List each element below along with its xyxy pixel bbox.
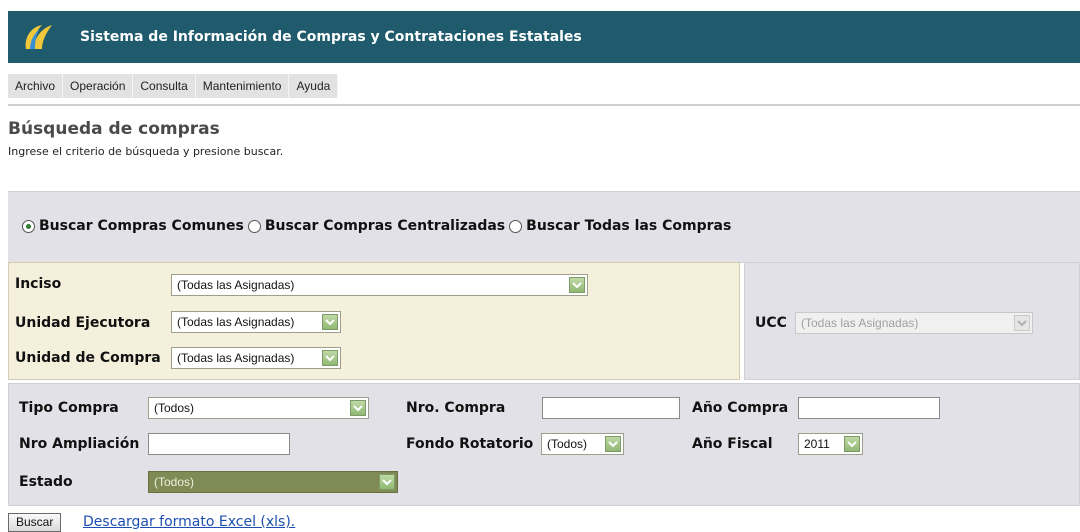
chevron-down-icon [322, 314, 338, 330]
tipo-compra-select[interactable]: (Todos) [148, 397, 369, 419]
app-header: Sistema de Información de Compras y Cont… [8, 11, 1080, 63]
filter-panel: Tipo Compra (Todos) Nro. Compra Año Comp… [8, 383, 1080, 506]
radio-compras-centralizadas[interactable]: Buscar Compras Centralizadas [247, 218, 506, 234]
unidad-compra-select[interactable]: (Todas las Asignadas) [171, 347, 341, 369]
unidad-ejecutora-value: (Todas las Asignadas) [177, 315, 295, 329]
page-subtitle: Ingrese el criterio de búsqueda y presio… [8, 145, 284, 158]
fondo-rotatorio-label: Fondo Rotatorio [406, 436, 534, 452]
chevron-down-icon [1014, 315, 1030, 331]
chevron-down-icon [844, 436, 860, 452]
inciso-label: Inciso [15, 276, 62, 292]
unidad-compra-label: Unidad de Compra [15, 350, 161, 366]
radio-unchecked-icon[interactable] [509, 219, 523, 233]
tipo-compra-value: (Todos) [154, 401, 195, 415]
anio-fiscal-select[interactable]: 2011 [798, 433, 863, 455]
inciso-value: (Todas las Asignadas) [177, 278, 295, 292]
app-logo-icon [20, 22, 60, 52]
fondo-rotatorio-select[interactable]: (Todos) [541, 433, 624, 455]
estado-label: Estado [19, 474, 73, 490]
unidad-compra-value: (Todas las Asignadas) [177, 351, 295, 365]
excel-download-link[interactable]: Descargar formato Excel (xls). [83, 514, 295, 530]
inciso-select[interactable]: (Todas las Asignadas) [171, 274, 588, 296]
nro-compra-label: Nro. Compra [406, 400, 506, 416]
page-title: Búsqueda de compras [8, 119, 220, 139]
menu-mantenimiento[interactable]: Mantenimiento [196, 74, 290, 98]
tipo-compra-label: Tipo Compra [19, 400, 119, 416]
org-panel: Inciso (Todas las Asignadas) Unidad Ejec… [8, 262, 740, 380]
app-title: Sistema de Información de Compras y Cont… [80, 29, 582, 45]
radio-unchecked-icon[interactable] [247, 219, 261, 233]
radio-checked-icon[interactable] [22, 219, 35, 233]
menu-divider [8, 104, 1080, 106]
chevron-down-icon [569, 277, 585, 293]
menu-consulta[interactable]: Consulta [133, 74, 196, 98]
ucc-label: UCC [755, 315, 787, 331]
search-type-panel: Buscar Compras Comunes Buscar Compras Ce… [8, 191, 1080, 263]
nro-ampliacion-label: Nro Ampliación [19, 436, 140, 452]
nro-ampliacion-input[interactable] [148, 433, 290, 455]
radio-todas-compras[interactable]: Buscar Todas las Compras [509, 218, 731, 234]
nro-compra-input[interactable] [542, 397, 680, 419]
unidad-ejecutora-label: Unidad Ejecutora [15, 315, 151, 331]
ucc-select[interactable]: (Todas las Asignadas) [795, 312, 1033, 334]
anio-compra-label: Año Compra [692, 400, 789, 416]
ucc-panel: UCC (Todas las Asignadas) [744, 262, 1080, 380]
chevron-down-icon [379, 474, 395, 490]
anio-compra-input[interactable] [798, 397, 940, 419]
radio-compras-comunes[interactable]: Buscar Compras Comunes [22, 218, 244, 234]
menu-archivo[interactable]: Archivo [8, 74, 64, 98]
radio-label: Buscar Compras Centralizadas [264, 218, 506, 234]
chevron-down-icon [322, 350, 338, 366]
estado-select[interactable]: (Todos) [148, 471, 398, 493]
radio-label: Buscar Todas las Compras [526, 218, 732, 234]
menu-operacion[interactable]: Operación [63, 74, 134, 98]
chevron-down-icon [350, 400, 366, 416]
menu-ayuda[interactable]: Ayuda [289, 74, 339, 98]
ucc-value: (Todas las Asignadas) [801, 316, 919, 330]
radio-label: Buscar Compras Comunes [39, 218, 244, 234]
buscar-button[interactable]: Buscar [8, 513, 62, 532]
unidad-ejecutora-select[interactable]: (Todas las Asignadas) [171, 311, 341, 333]
estado-value: (Todos) [154, 475, 195, 489]
anio-fiscal-label: Año Fiscal [692, 436, 773, 452]
chevron-down-icon [605, 436, 621, 452]
menu-bar: Archivo Operación Consulta Mantenimiento… [8, 74, 339, 98]
